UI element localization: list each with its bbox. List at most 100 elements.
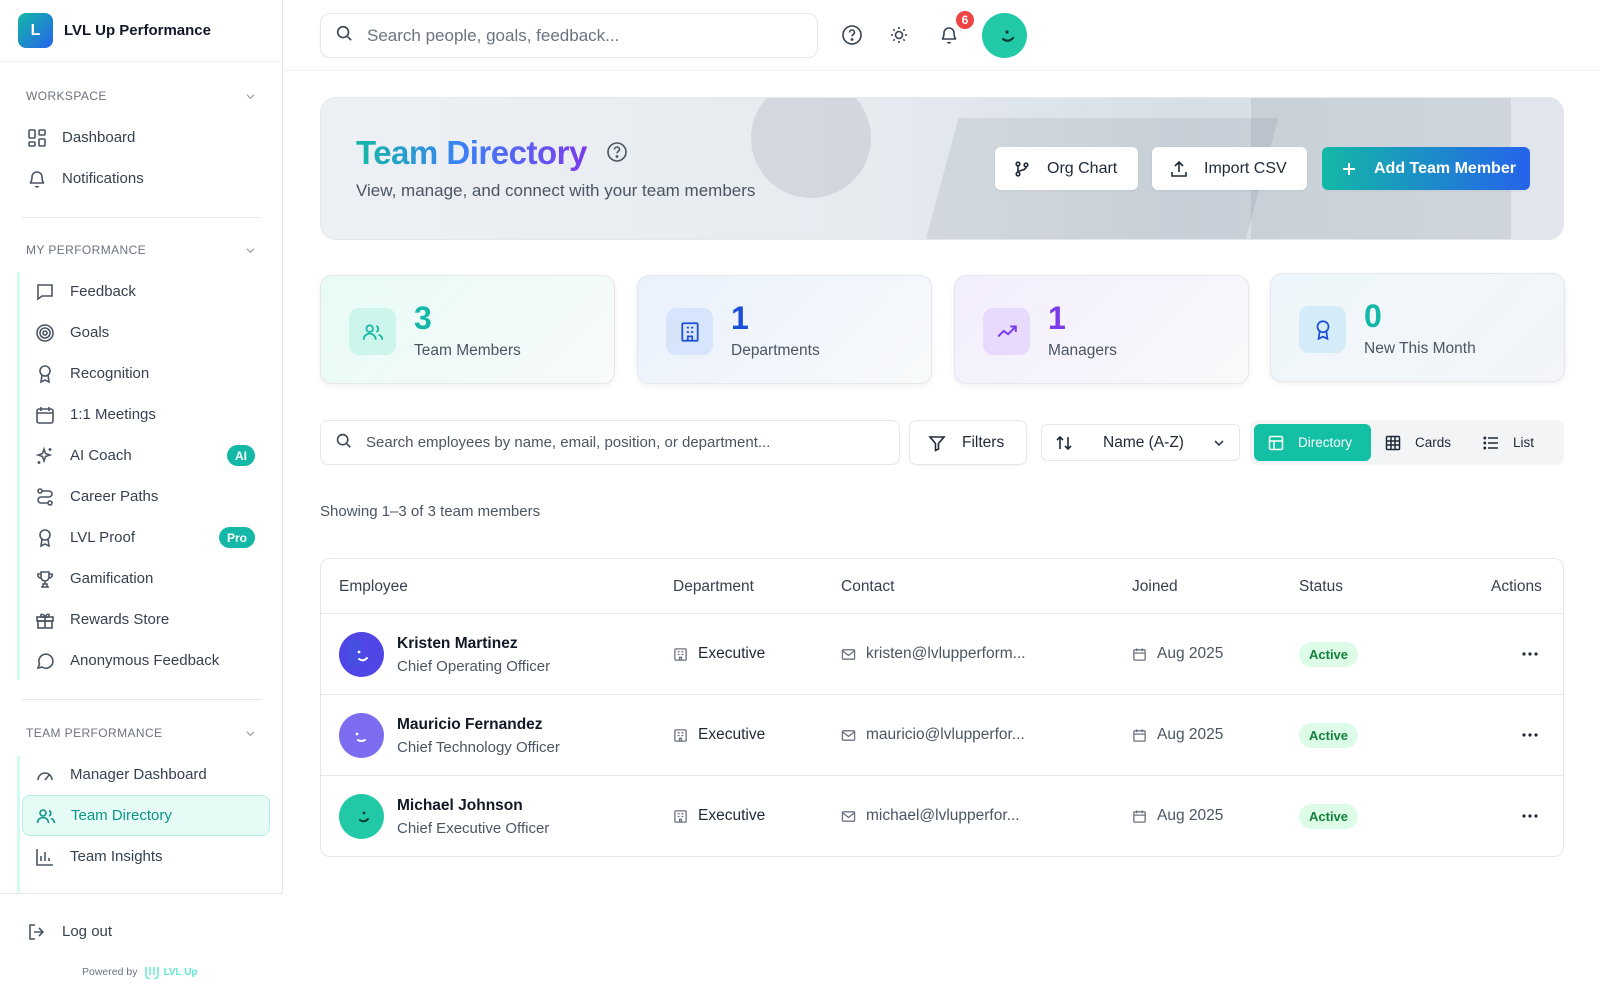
building-icon [673, 647, 688, 662]
hero-background [751, 98, 871, 198]
upload-icon [1170, 160, 1188, 178]
more-actions-icon[interactable] [1519, 806, 1541, 826]
add-team-member-button[interactable]: Add Team Member [1322, 147, 1530, 190]
stat-value: 3 [414, 300, 432, 336]
section-team-performance[interactable]: TEAM PERFORMANCE [0, 723, 283, 743]
pro-badge: Pro [218, 527, 255, 548]
sidebar-item-notifications[interactable]: Notifications [0, 158, 283, 199]
sidebar-item-recognition[interactable]: Recognition [0, 353, 283, 394]
column-header-contact[interactable]: Contact [841, 578, 894, 596]
view-list-button[interactable]: List [1469, 424, 1559, 461]
filters-label: Filters [962, 433, 1005, 451]
employee-name[interactable]: Mauricio Fernandez [397, 716, 543, 734]
global-search-input[interactable] [367, 25, 787, 46]
table-row[interactable]: Kristen Martinez Chief Operating Officer… [321, 614, 1563, 695]
employee-name[interactable]: Michael Johnson [397, 797, 523, 815]
contact-cell[interactable]: mauricio@lvlupperfor... [841, 726, 1025, 744]
sidebar-item-dashboard[interactable]: Dashboard [0, 117, 283, 158]
powered-by: Powered by LVL Up [82, 965, 198, 979]
more-actions-icon[interactable] [1519, 644, 1541, 664]
brand[interactable]: L LVL Up Performance [0, 0, 282, 62]
contact-email: kristen@lvlupperform... [866, 645, 1026, 662]
sidebar-item-career-paths[interactable]: Career Paths [0, 476, 283, 517]
chevron-down-icon [246, 247, 255, 253]
sidebar-item-feedback[interactable]: Feedback [0, 271, 283, 312]
sidebar-item-rewards-store[interactable]: Rewards Store [0, 599, 283, 640]
section-workspace[interactable]: WORKSPACE [0, 86, 283, 106]
employee-position: Chief Executive Officer [397, 820, 550, 837]
employee-name[interactable]: Kristen Martinez [397, 635, 518, 653]
sidebar-item-ai-coach[interactable]: AI Coach AI [0, 435, 283, 476]
global-search[interactable] [320, 13, 818, 58]
bell-icon [26, 168, 48, 190]
sidebar-item-label: Goals [70, 324, 110, 341]
column-header-status[interactable]: Status [1299, 578, 1343, 596]
page-hero: Team Directory View, manage, and connect… [320, 97, 1564, 240]
avatar[interactable] [339, 632, 384, 677]
trending-up-icon [983, 308, 1030, 355]
joined-cell: Aug 2025 [1132, 726, 1223, 744]
table-row[interactable]: Mauricio Fernandez Chief Technology Offi… [321, 695, 1563, 776]
sidebar-item-gamification[interactable]: Gamification [0, 558, 283, 599]
trophy-icon [34, 568, 56, 590]
section-title: TEAM PERFORMANCE [26, 726, 163, 740]
sidebar-item-label: Notifications [62, 170, 144, 187]
sidebar: L LVL Up Performance WORKSPACE Dashboard… [0, 0, 283, 1000]
sidebar-item-label: AI Coach [70, 447, 132, 464]
mail-icon [841, 728, 856, 743]
org-chart-button[interactable]: Org Chart [995, 147, 1138, 190]
avatar[interactable] [339, 713, 384, 758]
import-csv-button[interactable]: Import CSV [1152, 147, 1307, 190]
sort-value: Name (A-Z) [1103, 433, 1184, 451]
user-avatar[interactable] [982, 13, 1027, 58]
sidebar-item-team-directory[interactable]: Team Directory [22, 795, 270, 836]
status-badge: Active [1299, 723, 1359, 748]
employee-position: Chief Technology Officer [397, 739, 560, 756]
column-header-joined[interactable]: Joined [1132, 578, 1178, 596]
more-actions-icon[interactable] [1519, 725, 1541, 745]
bar-chart-icon [34, 846, 56, 868]
employee-search[interactable] [320, 420, 900, 465]
sidebar-item-lvl-proof[interactable]: LVL Proof Pro [0, 517, 283, 558]
help-icon[interactable] [839, 22, 865, 48]
help-circle-icon[interactable] [606, 141, 628, 163]
sidebar-item-anonymous-feedback[interactable]: Anonymous Feedback [0, 640, 283, 681]
table-row[interactable]: Michael Johnson Chief Executive Officer … [321, 776, 1563, 856]
view-cards-button[interactable]: Cards [1371, 424, 1469, 461]
sidebar-item-team-insights[interactable]: Team Insights [0, 836, 283, 877]
avatar[interactable] [339, 794, 384, 839]
sidebar-item-meetings[interactable]: 1:1 Meetings [0, 394, 283, 435]
view-toggle: Directory Cards List [1250, 420, 1564, 465]
sparkles-icon [34, 445, 56, 467]
filters-button[interactable]: Filters [909, 420, 1027, 465]
calendar-icon [34, 404, 56, 426]
column-header-employee[interactable]: Employee [339, 578, 408, 596]
stat-card-departments: 1 Departments [637, 275, 932, 384]
building-icon [666, 308, 713, 355]
joined-date: Aug 2025 [1157, 807, 1224, 824]
logout-button[interactable]: Log out [0, 911, 283, 952]
view-directory-button[interactable]: Directory [1254, 424, 1371, 461]
section-title: WORKSPACE [26, 89, 107, 103]
dashboard-icon [26, 127, 48, 149]
page-subtitle: View, manage, and connect with your team… [356, 181, 756, 200]
column-header-department[interactable]: Department [673, 578, 754, 596]
org-chart-label: Org Chart [1047, 159, 1118, 177]
mail-icon [841, 647, 856, 662]
sidebar-item-label: Dashboard [62, 129, 136, 146]
building-icon [673, 728, 688, 743]
stat-label: Departments [731, 342, 820, 359]
contact-cell[interactable]: michael@lvlupperfor... [841, 807, 1020, 825]
stat-value: 0 [1364, 298, 1382, 334]
calendar-icon [1132, 728, 1147, 743]
topbar: 6 [284, 0, 1600, 71]
section-my-performance[interactable]: MY PERFORMANCE [0, 240, 283, 260]
sidebar-item-manager-dashboard[interactable]: Manager Dashboard [0, 754, 283, 795]
sidebar-item-goals[interactable]: Goals [0, 312, 283, 353]
stat-card-team-members: 3 Team Members [320, 275, 615, 384]
theme-toggle-icon[interactable] [886, 22, 912, 48]
sort-select[interactable]: Name (A-Z) [1041, 424, 1240, 461]
table-header: Employee Department Contact Joined Statu… [321, 559, 1563, 614]
contact-cell[interactable]: kristen@lvlupperform... [841, 645, 1026, 663]
employee-search-input[interactable] [366, 434, 886, 451]
